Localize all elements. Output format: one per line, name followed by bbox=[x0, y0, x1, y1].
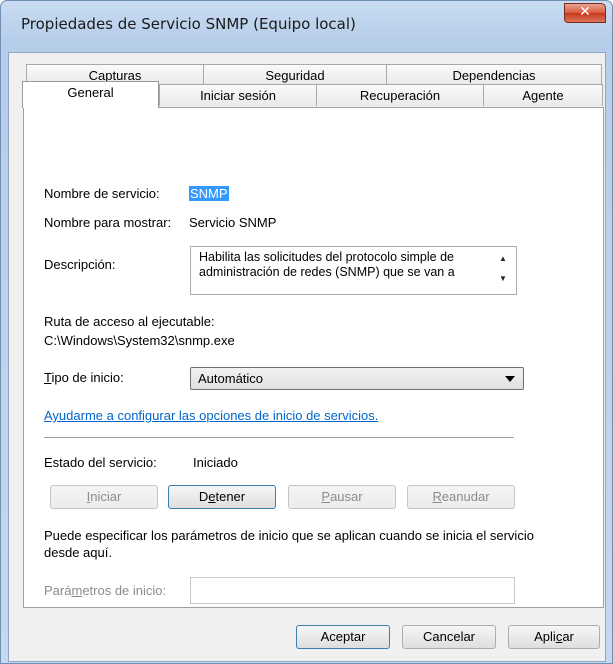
btn-text: ar bbox=[562, 629, 574, 644]
close-icon: ✕ bbox=[579, 4, 591, 20]
stop-button[interactable]: Detener bbox=[168, 485, 276, 509]
general-tab-panel: Nombre de servicio: SNMP Nombre para mos… bbox=[23, 107, 604, 608]
description-label: Descripción: bbox=[44, 257, 116, 272]
btn-mnemonic: R bbox=[432, 489, 442, 504]
tab-label: General bbox=[67, 85, 114, 100]
tab-recuperacion[interactable]: Recuperación bbox=[316, 84, 484, 106]
scroll-up-arrow-icon[interactable]: ▲ bbox=[496, 254, 510, 264]
properties-dialog: Propiedades de Servicio SNMP (Equipo loc… bbox=[0, 0, 613, 664]
tab-label: Seguridad bbox=[265, 68, 325, 83]
tab-label: Recuperación bbox=[359, 88, 441, 103]
tab-iniciar-sesion[interactable]: Iniciar sesión bbox=[159, 84, 317, 106]
chevron-down-icon bbox=[505, 376, 515, 382]
startup-params-hint: Puede especificar los parámetros de inic… bbox=[44, 528, 534, 560]
startup-type-select[interactable]: Automático bbox=[190, 367, 524, 390]
tab-dependencias[interactable]: Dependencias bbox=[386, 64, 602, 86]
title-bar[interactable]: Propiedades de Servicio SNMP (Equipo loc… bbox=[1, 1, 612, 53]
btn-text: D bbox=[198, 489, 209, 504]
tab-label: Agente bbox=[522, 88, 564, 103]
btn-text: niciar bbox=[90, 489, 122, 504]
tab-general[interactable]: General bbox=[22, 81, 159, 108]
tab-seguridad[interactable]: Seguridad bbox=[203, 64, 387, 86]
tab-agente[interactable]: Agente bbox=[483, 84, 603, 106]
display-name-label: Nombre para mostrar: bbox=[44, 215, 172, 230]
divider bbox=[44, 437, 514, 439]
startup-params-input[interactable] bbox=[190, 577, 515, 604]
description-text: Habilita las solicitudes del protocolo s… bbox=[199, 250, 455, 279]
startup-type-label: Tipo de inicio: bbox=[44, 370, 124, 385]
startup-params-label: Parámetros de inicio: bbox=[44, 583, 166, 598]
status-label: Estado del servicio: bbox=[44, 455, 157, 470]
params-label-text: etros de inicio: bbox=[82, 583, 167, 598]
params-label-mnemonic: m bbox=[71, 583, 83, 598]
btn-mnemonic: P bbox=[321, 489, 331, 504]
window-title: Propiedades de Servicio SNMP (Equipo loc… bbox=[21, 15, 356, 33]
ok-button[interactable]: Aceptar bbox=[296, 625, 390, 649]
service-name-value[interactable]: SNMP bbox=[189, 186, 229, 201]
exe-path-label: Ruta de acceso al ejecutable: bbox=[44, 314, 215, 329]
startup-type-label-text: ipo de inicio: bbox=[51, 370, 124, 385]
description-textbox[interactable]: Habilita las solicitudes del protocolo s… bbox=[190, 246, 517, 295]
resume-button[interactable]: Reanudar bbox=[407, 485, 515, 509]
params-label-text: Pará bbox=[44, 583, 72, 598]
tab-label: Iniciar sesión bbox=[200, 88, 276, 103]
dialog-client-area: Capturas Seguridad Dependencias General … bbox=[8, 52, 606, 662]
status-value: Iniciado bbox=[193, 455, 238, 470]
scroll-down-arrow-icon[interactable]: ▼ bbox=[496, 274, 510, 284]
display-name-value[interactable]: Servicio SNMP bbox=[189, 215, 276, 230]
btn-text: eanudar bbox=[441, 489, 490, 504]
exe-path-value[interactable]: C:\Windows\System32\snmp.exe bbox=[44, 333, 235, 348]
apply-button[interactable]: Aplicar bbox=[508, 625, 600, 649]
pause-button[interactable]: Pausar bbox=[288, 485, 396, 509]
tab-label: Dependencias bbox=[452, 68, 536, 83]
help-link[interactable]: Ayudarme a configurar las opciones de in… bbox=[44, 408, 378, 423]
btn-text: tener bbox=[215, 489, 246, 504]
close-button[interactable]: ✕ bbox=[564, 3, 606, 23]
service-name-label: Nombre de servicio: bbox=[44, 186, 160, 201]
cancel-button[interactable]: Cancelar bbox=[402, 625, 496, 649]
start-button[interactable]: Iniciar bbox=[50, 485, 158, 509]
btn-text: ausar bbox=[330, 489, 363, 504]
btn-text: Apli bbox=[534, 629, 556, 644]
startup-type-value: Automático bbox=[198, 371, 264, 386]
